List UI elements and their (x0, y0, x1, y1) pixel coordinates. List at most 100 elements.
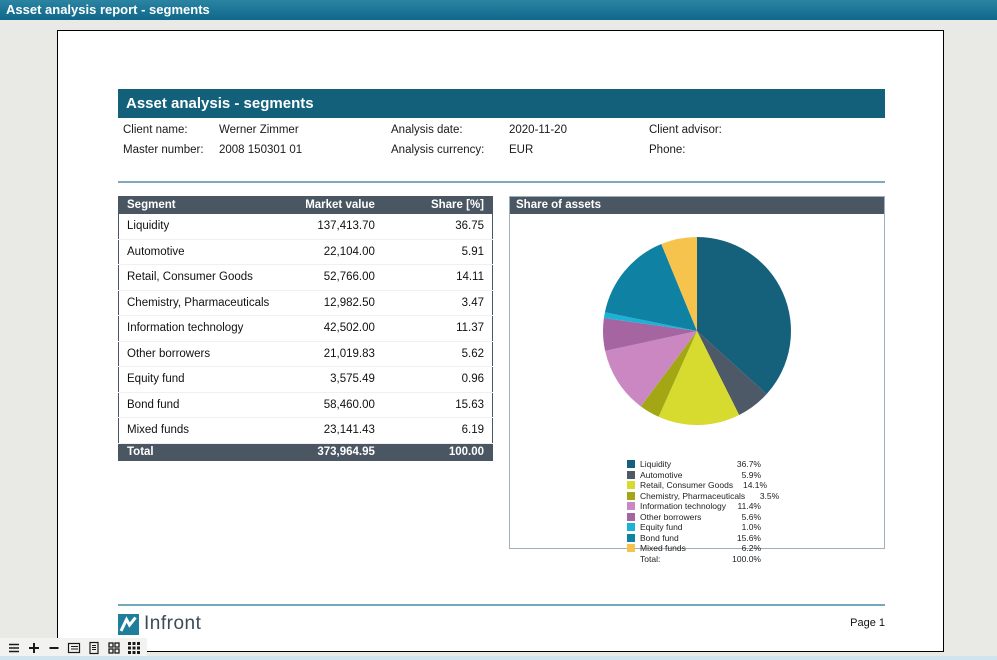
page-number: Page 1 (785, 617, 885, 629)
fit-width-view-icon (67, 641, 81, 655)
segment-cell: Equity fund (119, 367, 279, 393)
fit-page-view-button[interactable] (84, 639, 104, 656)
legend-swatch (627, 523, 635, 531)
legend-item: Equity fund1.0% (627, 522, 761, 532)
pie-chart-svg (510, 214, 884, 460)
market-value-cell: 3,575.49 (278, 367, 383, 393)
legend-item: Other borrowers5.6% (627, 512, 761, 522)
col-header-market-value: Market value (278, 197, 383, 214)
report-page: Asset analysis - segments Client name: W… (57, 30, 944, 652)
master-number-label: Master number: (123, 144, 204, 156)
legend-swatch (627, 544, 635, 552)
table-total-row: Total373,964.95100.00 (119, 443, 493, 460)
segment-cell: Retail, Consumer Goods (119, 265, 279, 291)
share-of-assets-panel: Share of assets Liquidity36.7%Automotive… (509, 196, 885, 549)
legend-label: Automotive (640, 470, 727, 480)
table-header-row: Segment Market value Share [%] (119, 197, 493, 214)
legend-swatch (627, 534, 635, 542)
grid-2x2-view-icon (107, 641, 121, 655)
legend-label: Mixed funds (640, 543, 727, 553)
segment-cell: Bond fund (119, 392, 279, 418)
infront-logo-icon (118, 614, 139, 635)
share-cell: 15.63 (383, 392, 493, 418)
market-value-cell: 22,104.00 (278, 239, 383, 265)
report-title-bar: Asset analysis - segments (118, 89, 885, 118)
table-row: Liquidity137,413.7036.75 (119, 214, 493, 240)
segment-cell: Other borrowers (119, 341, 279, 367)
col-header-segment: Segment (119, 197, 279, 214)
analysis-currency-value: EUR (509, 144, 533, 156)
legend-value: 14.1% (733, 480, 767, 490)
legend-label: Equity fund (640, 522, 727, 532)
zoom-in-icon (27, 641, 41, 655)
legend-label: Other borrowers (640, 512, 727, 522)
window-title: Asset analysis report - segments (6, 2, 210, 17)
pie-chart (510, 214, 884, 460)
footer-divider (118, 604, 885, 606)
menu-icon (7, 641, 21, 655)
share-cell: 14.11 (383, 265, 493, 291)
zoom-out-button[interactable] (44, 639, 64, 656)
legend-item: Chemistry, Pharmaceuticals3.5% (627, 491, 761, 501)
share-cell: 5.62 (383, 341, 493, 367)
legend-value: 11.4% (727, 501, 761, 511)
table-row: Information technology42,502.0011.37 (119, 316, 493, 342)
legend-item: Automotive5.9% (627, 470, 761, 480)
legend-swatch (627, 460, 635, 468)
phone-label: Phone: (649, 144, 685, 156)
segments-table-body: Liquidity137,413.7036.75Automotive22,104… (119, 214, 493, 461)
segments-table: Segment Market value Share [%] Liquidity… (118, 196, 493, 461)
legend-item: Information technology11.4% (627, 501, 761, 511)
table-row: Mixed funds23,141.436.19 (119, 418, 493, 444)
share-cell: 5.91 (383, 239, 493, 265)
share-cell: 36.75 (383, 214, 493, 240)
legend-value: 36.7% (727, 459, 761, 469)
report-title: Asset analysis - segments (126, 95, 314, 112)
segment-cell: Automotive (119, 239, 279, 265)
total-market-value-cell: 373,964.95 (278, 443, 383, 460)
total-share-cell: 100.00 (383, 443, 493, 460)
analysis-date-label: Analysis date: (391, 124, 463, 136)
zoom-in-button[interactable] (24, 639, 44, 656)
table-row: Other borrowers21,019.835.62 (119, 341, 493, 367)
legend-label: Retail, Consumer Goods (640, 480, 733, 490)
menu-button[interactable] (4, 639, 24, 656)
fit-width-view-button[interactable] (64, 639, 84, 656)
chart-panel-title: Share of assets (510, 197, 884, 214)
legend-swatch (627, 492, 635, 500)
grid-2x2-view-button[interactable] (104, 639, 124, 656)
table-row: Retail, Consumer Goods52,766.0014.11 (119, 265, 493, 291)
legend-item: Mixed funds6.2% (627, 543, 761, 553)
legend-item: Liquidity36.7% (627, 459, 761, 469)
brand-logo: Infront (118, 613, 201, 635)
share-cell: 0.96 (383, 367, 493, 393)
brand-name: Infront (144, 613, 201, 635)
table-row: Equity fund3,575.490.96 (119, 367, 493, 393)
total-label-cell: Total (119, 443, 279, 460)
zoom-out-icon (47, 641, 61, 655)
client-advisor-label: Client advisor: (649, 124, 722, 136)
grid-3x3-view-icon (127, 641, 141, 655)
market-value-cell: 58,460.00 (278, 392, 383, 418)
client-name-value: Werner Zimmer (219, 124, 299, 136)
legend-label: Liquidity (640, 459, 727, 469)
segment-cell: Liquidity (119, 214, 279, 240)
segment-cell: Information technology (119, 316, 279, 342)
legend-value: 100.0% (727, 554, 761, 564)
master-number-value: 2008 150301 01 (219, 144, 302, 156)
market-value-cell: 137,413.70 (278, 214, 383, 240)
legend-value: 5.9% (727, 470, 761, 480)
share-cell: 6.19 (383, 418, 493, 444)
share-cell: 11.37 (383, 316, 493, 342)
legend-swatch (627, 513, 635, 521)
legend-swatch (627, 555, 635, 563)
legend-label: Information technology (640, 501, 727, 511)
legend-value: 3.5% (745, 491, 779, 501)
fit-page-view-icon (87, 641, 101, 655)
legend-value: 5.6% (727, 512, 761, 522)
table-row: Automotive22,104.005.91 (119, 239, 493, 265)
pie-legend: Liquidity36.7%Automotive5.9%Retail, Cons… (627, 459, 761, 564)
segment-cell: Mixed funds (119, 418, 279, 444)
window-title-bar: Asset analysis report - segments (0, 0, 997, 20)
grid-3x3-view-button[interactable] (124, 639, 144, 656)
